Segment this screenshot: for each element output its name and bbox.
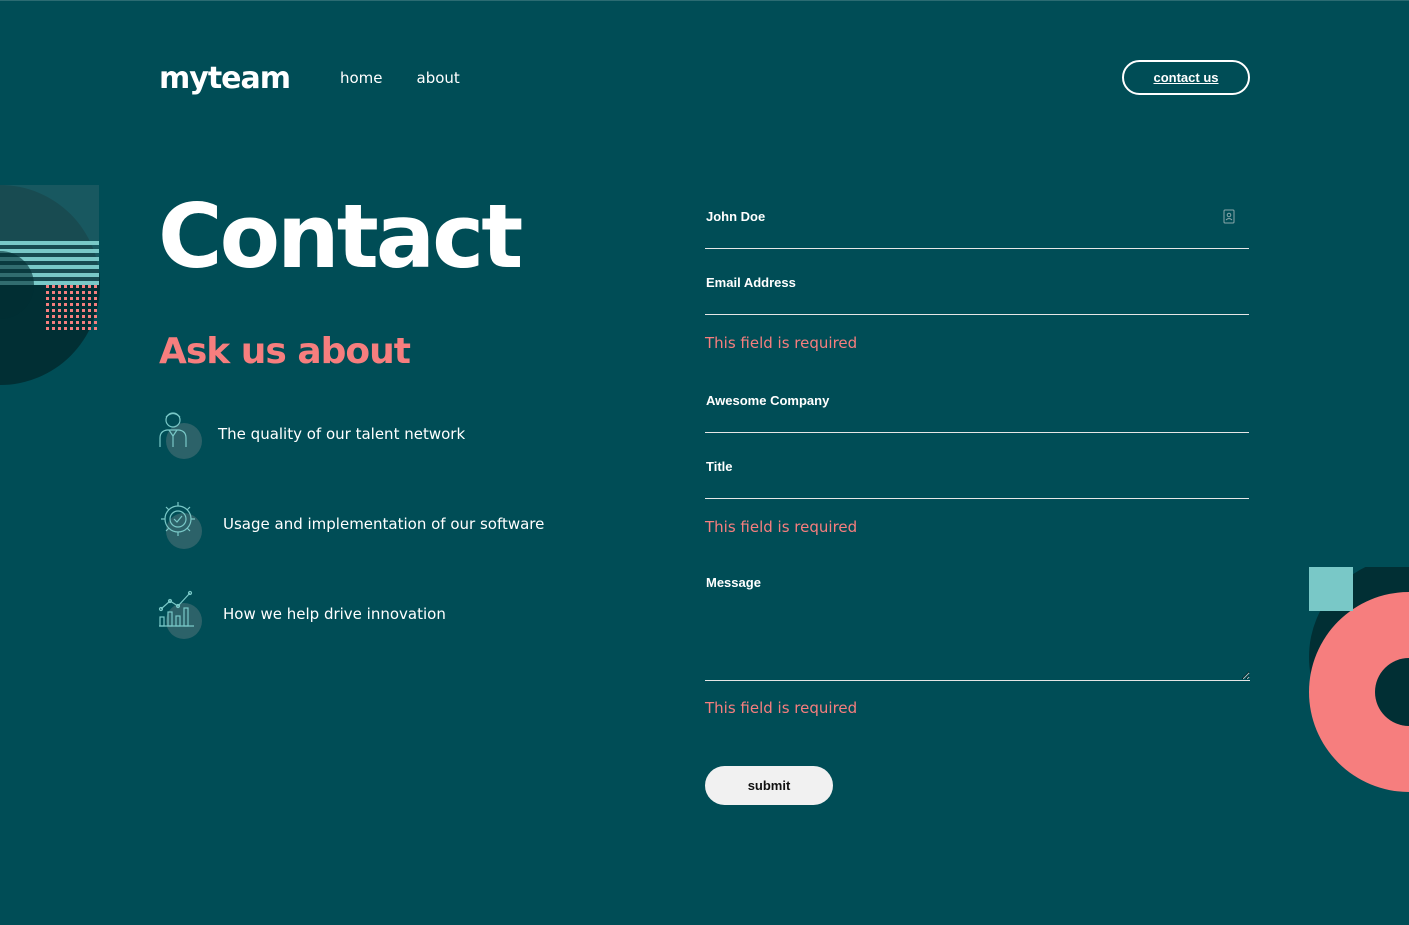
message-error-message: This field is required	[705, 699, 858, 717]
contact-us-button[interactable]: contact us	[1122, 60, 1250, 95]
name-field[interactable]	[705, 185, 1249, 249]
message-field-wrap	[705, 567, 1250, 685]
submit-button[interactable]: submit	[705, 766, 833, 805]
person-icon	[158, 409, 208, 459]
message-field[interactable]	[705, 567, 1250, 681]
title-field[interactable]	[705, 435, 1249, 499]
chart-icon	[158, 589, 208, 639]
decorative-pattern-left	[0, 185, 100, 385]
email-field-wrap	[705, 251, 1249, 315]
decorative-pattern-right	[1309, 567, 1409, 792]
logo[interactable]: myteam	[159, 61, 291, 96]
main-nav: home about	[340, 69, 460, 87]
title-field-wrap	[705, 435, 1249, 499]
email-error-message: This field is required	[705, 334, 858, 352]
company-field-wrap	[705, 369, 1249, 433]
feature-item: How we help drive innovation	[158, 589, 446, 639]
section-subtitle: Ask us about	[159, 331, 411, 372]
feature-text: Usage and implementation of our software	[223, 515, 545, 533]
contact-card-icon	[1223, 209, 1235, 224]
feature-text: How we help drive innovation	[223, 605, 446, 623]
feature-item: Usage and implementation of our software	[158, 499, 544, 549]
nav-home-link[interactable]: home	[340, 69, 383, 87]
page-title: Contact	[158, 185, 523, 288]
nav-about-link[interactable]: about	[417, 69, 460, 87]
feature-text: The quality of our talent network	[218, 425, 466, 443]
name-field-wrap	[705, 185, 1249, 249]
title-error-message: This field is required	[705, 518, 858, 536]
gear-check-icon	[158, 499, 208, 549]
feature-item: The quality of our talent network	[158, 409, 465, 459]
company-field[interactable]	[705, 369, 1249, 433]
email-field[interactable]	[705, 251, 1249, 315]
